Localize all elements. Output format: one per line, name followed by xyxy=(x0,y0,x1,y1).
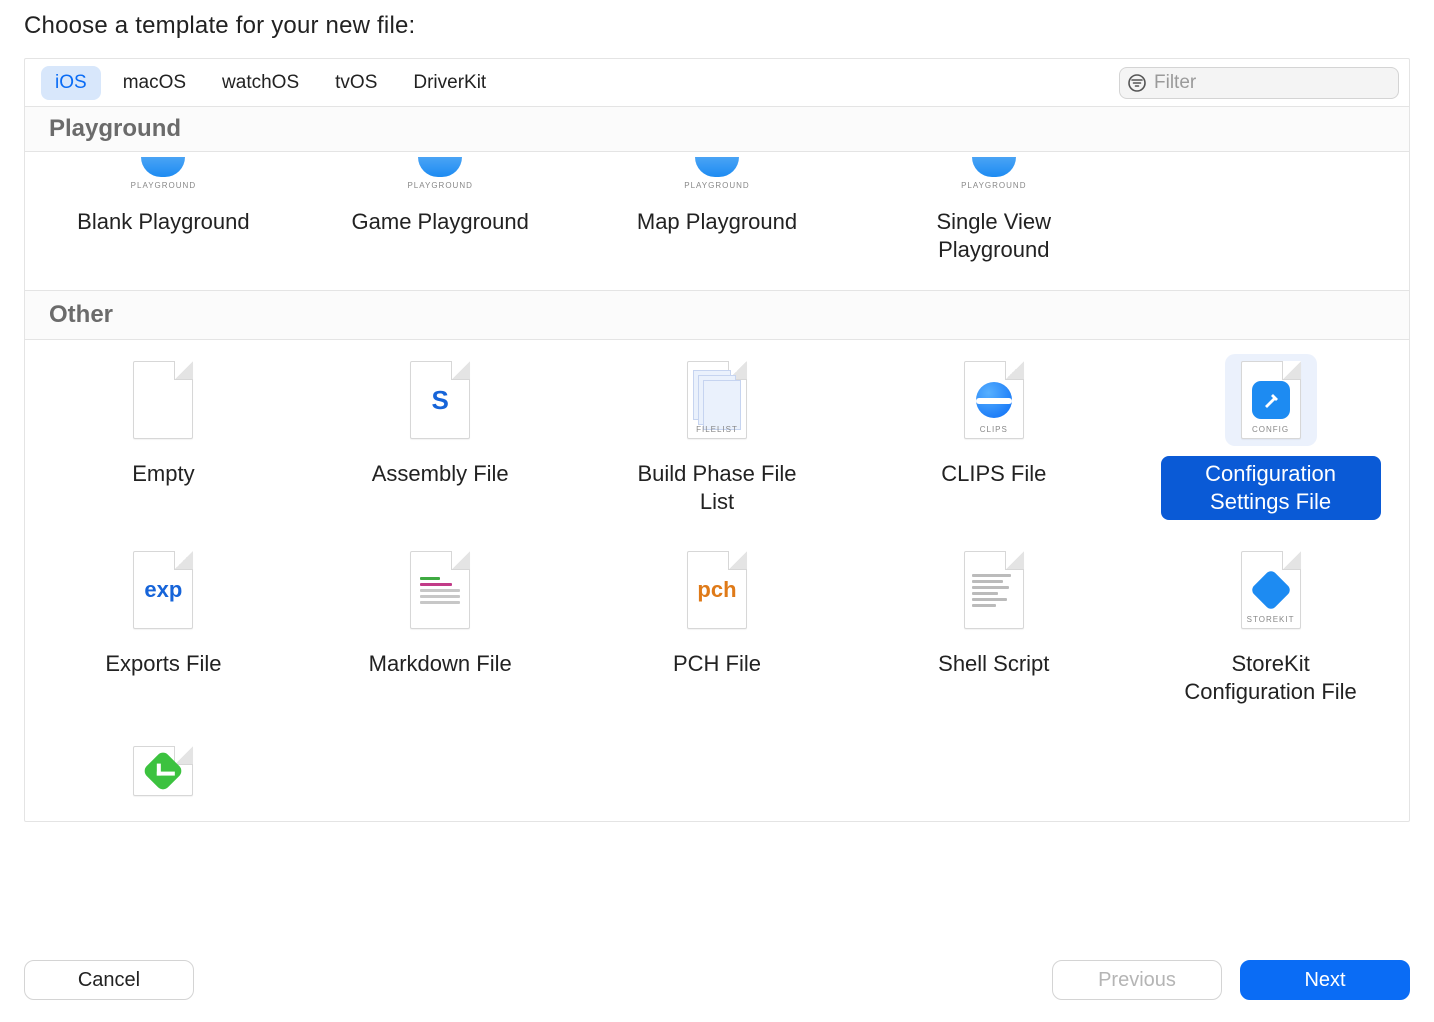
sphere-icon: CLIPS xyxy=(964,361,1024,439)
template-label: Markdown File xyxy=(355,646,526,682)
template-label: Game Playground xyxy=(338,204,543,240)
template-build-phase-file-list[interactable]: FILELIST Build Phase File List xyxy=(579,340,856,530)
bird-icon xyxy=(418,157,462,177)
template-clips-file[interactable]: CLIPS CLIPS File xyxy=(855,340,1132,530)
script-icon xyxy=(964,551,1024,629)
next-button[interactable]: Next xyxy=(1240,960,1410,1000)
tab-watchos[interactable]: watchOS xyxy=(208,66,313,100)
template-label: Empty xyxy=(118,456,208,492)
template-label: StoreKit Configuration File xyxy=(1161,646,1381,710)
section-header-playground: Playground xyxy=(25,107,1409,152)
template-label: Single View Playground xyxy=(884,204,1104,268)
other-grid-overflow xyxy=(25,732,1409,796)
template-label: CLIPS File xyxy=(927,456,1060,492)
bird-icon xyxy=(695,157,739,177)
template-overflow-item[interactable] xyxy=(25,732,302,796)
template-label: Assembly File xyxy=(358,456,523,492)
template-shell-script[interactable]: Shell Script xyxy=(855,530,1132,720)
blank-file-icon xyxy=(133,361,193,439)
template-exports-file[interactable]: exp Exports File xyxy=(25,530,302,720)
template-map-playground[interactable]: PLAYGROUND Map Playground xyxy=(579,152,856,278)
template-configuration-settings-file[interactable]: CONFIG Configuration Settings File xyxy=(1132,340,1409,530)
template-pch-file[interactable]: pch PCH File xyxy=(579,530,856,720)
filter-field[interactable] xyxy=(1119,67,1399,99)
lines-icon xyxy=(410,551,470,629)
playground-grid: PLAYGROUND Blank Playground PLAYGROUND G… xyxy=(25,152,1409,291)
template-empty[interactable]: Empty xyxy=(25,340,302,530)
template-storekit-configuration-file[interactable]: STOREKIT StoreKit Configuration File xyxy=(1132,530,1409,720)
template-single-view-playground[interactable]: PLAYGROUND Single View Playground xyxy=(855,152,1132,278)
template-label: Shell Script xyxy=(924,646,1063,682)
platform-tabbar: iOS macOS watchOS tvOS DriverKit xyxy=(25,59,1409,107)
tab-ios[interactable]: iOS xyxy=(41,66,101,100)
template-label: Map Playground xyxy=(623,204,811,240)
template-label: Build Phase File List xyxy=(607,456,827,520)
template-label: Configuration Settings File xyxy=(1161,456,1381,520)
tab-macos[interactable]: macOS xyxy=(109,66,200,100)
diamond-icon: STOREKIT xyxy=(1241,551,1301,629)
stack-icon: FILELIST xyxy=(687,361,747,439)
section-header-other: Other xyxy=(25,291,1409,340)
filter-icon xyxy=(1128,74,1146,92)
tab-tvos[interactable]: tvOS xyxy=(321,66,391,100)
hammer-icon: CONFIG xyxy=(1241,361,1301,439)
bird-icon xyxy=(141,157,185,177)
text-icon: pch xyxy=(687,551,747,629)
template-blank-playground[interactable]: PLAYGROUND Blank Playground xyxy=(25,152,302,278)
tab-driverkit[interactable]: DriverKit xyxy=(399,66,500,100)
check-icon xyxy=(133,746,193,796)
text-icon: exp xyxy=(133,551,193,629)
filter-input[interactable] xyxy=(1152,71,1401,95)
template-sheet: iOS macOS watchOS tvOS DriverKit Playgro… xyxy=(24,58,1410,822)
bird-icon xyxy=(972,157,1016,177)
template-label: Blank Playground xyxy=(63,204,263,240)
template-markdown-file[interactable]: Markdown File xyxy=(302,530,579,720)
other-grid: Empty S Assembly File FILELIST Build Pha… xyxy=(25,340,1409,732)
previous-button: Previous xyxy=(1052,960,1222,1000)
template-game-playground[interactable]: PLAYGROUND Game Playground xyxy=(302,152,579,278)
dialog-heading: Choose a template for your new file: xyxy=(24,12,1410,40)
template-label: PCH File xyxy=(659,646,775,682)
dialog-footer: Cancel Previous Next xyxy=(0,960,1434,1000)
template-label: Exports File xyxy=(91,646,235,682)
cancel-button[interactable]: Cancel xyxy=(24,960,194,1000)
template-assembly-file[interactable]: S Assembly File xyxy=(302,340,579,530)
letter-icon: S xyxy=(410,361,470,439)
